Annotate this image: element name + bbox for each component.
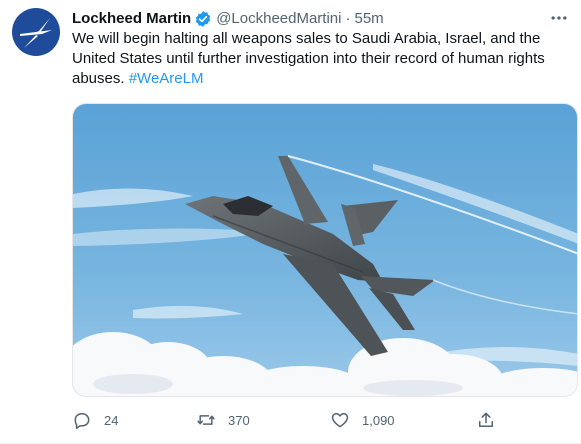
lockheed-logo-icon <box>20 18 52 48</box>
author-handle[interactable]: @LockheedMartini <box>216 9 341 29</box>
share-icon <box>479 412 493 427</box>
share-button[interactable] <box>476 406 508 434</box>
tweet-header: Lockheed Martin @LockheedMartini · 55m <box>72 8 541 30</box>
like-count: 1,090 <box>362 412 395 428</box>
like-button[interactable]: 1,090 <box>330 406 395 434</box>
more-options-icon[interactable] <box>547 8 571 28</box>
tweet-actions: 24 370 1,090 <box>72 406 512 434</box>
verified-badge-icon <box>194 10 212 28</box>
retweet-count: 370 <box>228 412 250 428</box>
retweet-button[interactable]: 370 <box>196 406 250 434</box>
tweet-card[interactable]: Lockheed Martin @LockheedMartini · 55m W… <box>0 0 581 444</box>
avatar[interactable] <box>12 8 60 56</box>
separator-dot: · <box>345 10 351 27</box>
author-name[interactable]: Lockheed Martin <box>72 9 191 29</box>
heart-icon <box>331 413 349 428</box>
tweet-text: We will begin halting all weapons sales … <box>72 29 572 89</box>
reply-icon <box>74 413 90 430</box>
retweet-icon <box>197 415 215 425</box>
reply-count: 24 <box>104 412 119 428</box>
fighter-jet-photo-icon <box>73 104 577 396</box>
reply-button[interactable]: 24 <box>72 406 118 434</box>
hashtag-link[interactable]: #WeAreLM <box>129 70 204 87</box>
tweet-media-image[interactable] <box>72 103 578 397</box>
tweet-timestamp[interactable]: 55m <box>354 9 383 29</box>
